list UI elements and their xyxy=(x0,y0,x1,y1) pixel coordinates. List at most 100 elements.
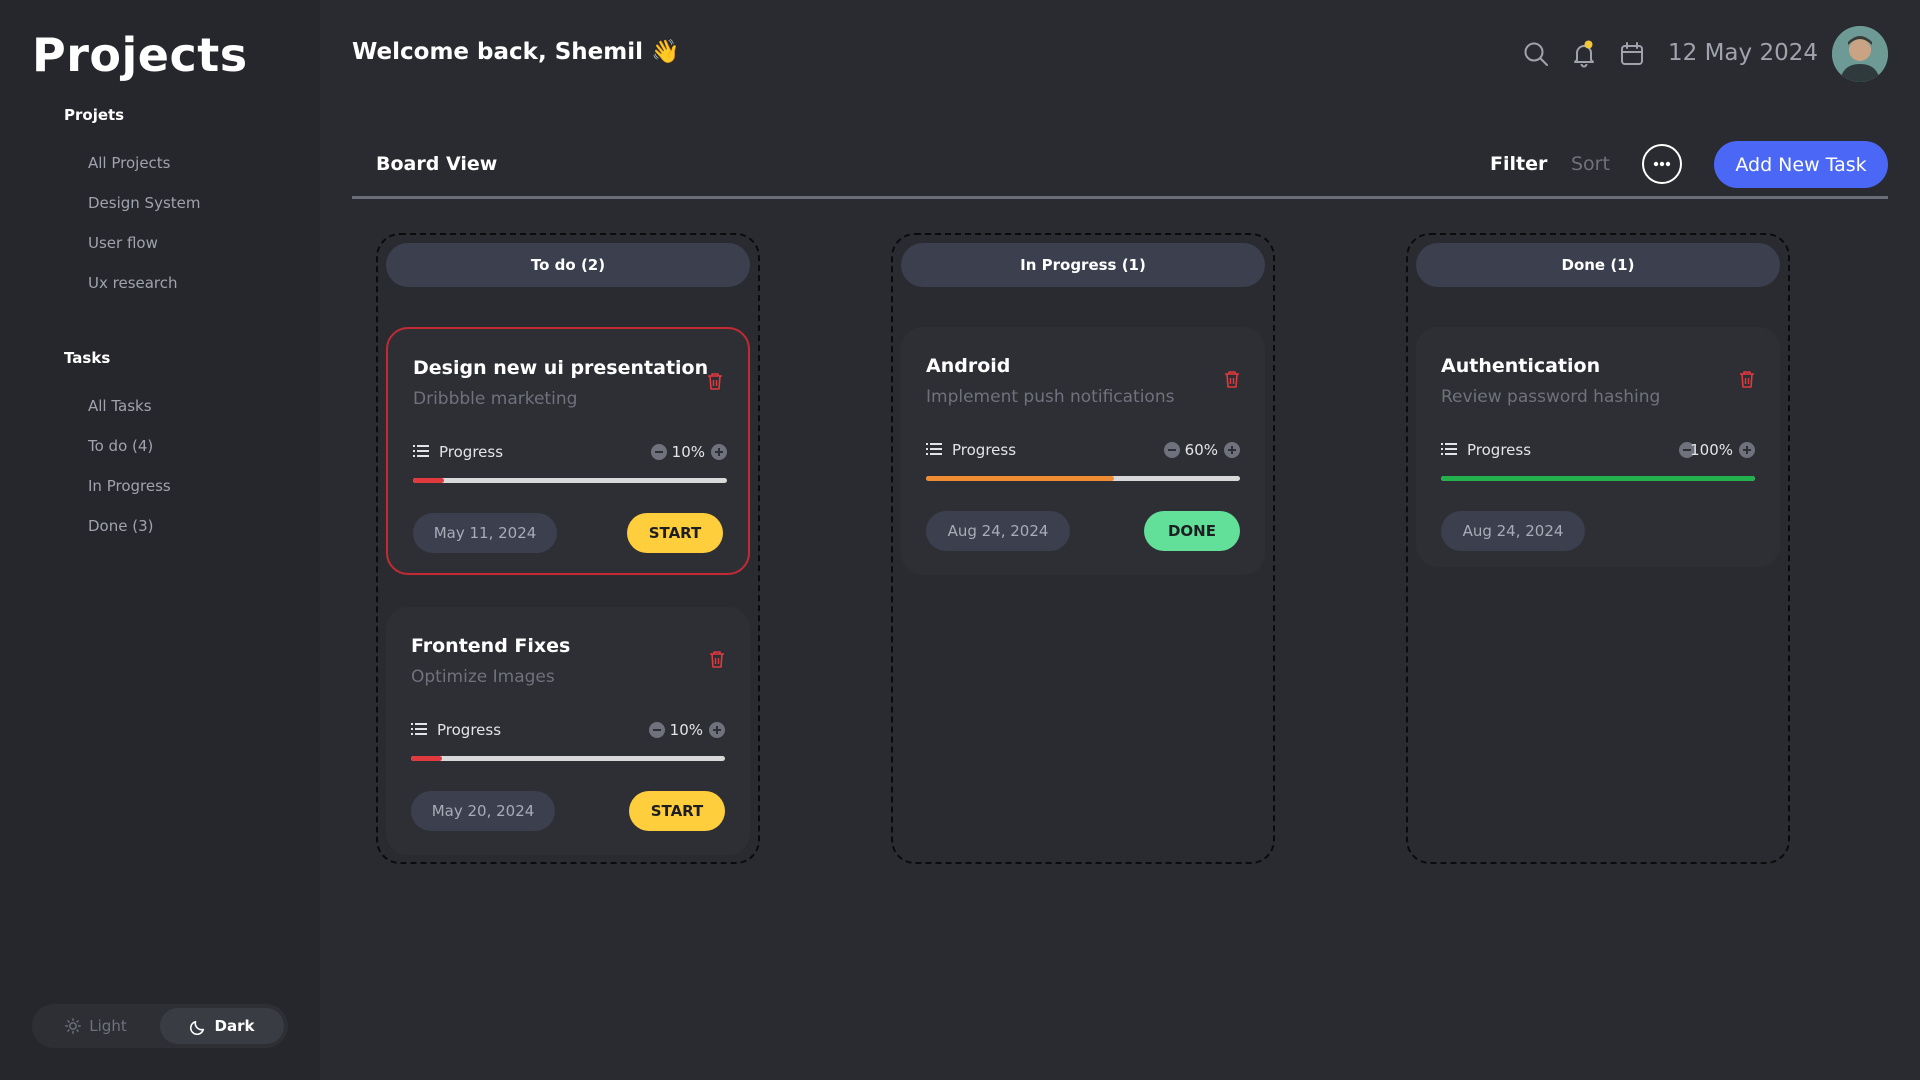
minus-icon xyxy=(653,729,661,731)
sidebar-item-all-projects[interactable]: All Projects xyxy=(88,154,171,172)
increase-progress-button[interactable] xyxy=(709,722,725,738)
add-new-task-button[interactable]: Add New Task xyxy=(1714,141,1888,188)
column-done: Done (1) Authentication Review password … xyxy=(1406,233,1790,864)
list-icon xyxy=(411,723,427,735)
progress-value: 60% xyxy=(1184,441,1218,459)
progress-row: Progress 100% xyxy=(1441,440,1755,460)
card-title: Authentication xyxy=(1441,355,1601,377)
progress-label: Progress xyxy=(952,441,1017,459)
theme-dark-button[interactable]: Dark xyxy=(160,1008,284,1044)
due-date-badge: May 20, 2024 xyxy=(411,791,555,831)
sun-icon xyxy=(65,1018,82,1034)
avatar[interactable] xyxy=(1832,26,1888,82)
avatar-image xyxy=(1832,26,1888,82)
due-date-badge: Aug 24, 2024 xyxy=(1441,511,1585,551)
card-subtitle: Review password hashing xyxy=(1441,387,1661,407)
bell-icon[interactable] xyxy=(1570,40,1598,68)
sidebar-item-user-flow[interactable]: User flow xyxy=(88,234,158,252)
progress-bar-fill xyxy=(926,476,1115,481)
task-card[interactable]: Design new ui presentation Dribbble mark… xyxy=(386,327,750,575)
decrease-progress-button[interactable] xyxy=(649,722,665,738)
list-icon xyxy=(1441,443,1457,455)
more-options-button[interactable] xyxy=(1642,144,1682,184)
sidebar-item-all-tasks[interactable]: All Tasks xyxy=(88,397,152,415)
progress-value: 10% xyxy=(669,721,703,739)
increase-progress-button[interactable] xyxy=(1224,442,1240,458)
minus-icon xyxy=(655,451,663,453)
projects-section-label: Projets xyxy=(64,106,125,124)
card-subtitle: Implement push notifications xyxy=(926,387,1175,407)
welcome-message: Welcome back, Shemil 👋 xyxy=(352,39,680,65)
plus-icon xyxy=(1228,446,1236,454)
card-subtitle: Optimize Images xyxy=(411,667,555,687)
card-title: Android xyxy=(926,355,1011,377)
task-card[interactable]: Authentication Review password hashing P… xyxy=(1416,327,1780,567)
sidebar-item-todo[interactable]: To do (4) xyxy=(88,437,153,455)
card-subtitle: Dribbble marketing xyxy=(413,389,578,409)
column-header: In Progress (1) xyxy=(901,243,1265,287)
trash-icon[interactable] xyxy=(1738,369,1756,389)
sidebar-item-design-system[interactable]: Design System xyxy=(88,194,201,212)
increase-progress-button[interactable] xyxy=(711,444,727,460)
header-date: 12 May 2024 xyxy=(1668,40,1818,66)
toolbar-divider xyxy=(352,196,1888,199)
progress-label: Progress xyxy=(1467,441,1532,459)
sort-button[interactable]: Sort xyxy=(1571,153,1610,175)
progress-value: 10% xyxy=(671,443,705,461)
decrease-progress-button[interactable] xyxy=(651,444,667,460)
ellipsis-icon xyxy=(1653,161,1671,167)
sidebar-item-in-progress[interactable]: In Progress xyxy=(88,477,171,495)
card-title: Design new ui presentation xyxy=(413,357,709,379)
progress-row: Progress 10% xyxy=(411,720,725,740)
trash-icon[interactable] xyxy=(706,371,724,391)
search-icon[interactable] xyxy=(1522,40,1550,68)
filter-button[interactable]: Filter xyxy=(1490,153,1547,175)
progress-bar xyxy=(926,476,1240,481)
sidebar: Projects Projets All Projects Design Sys… xyxy=(0,0,320,1080)
theme-light-label: Light xyxy=(89,1017,127,1035)
progress-bar xyxy=(411,756,725,761)
task-card[interactable]: Android Implement push notifications Pro… xyxy=(901,327,1265,575)
moon-icon xyxy=(189,1020,204,1035)
app-title: Projects xyxy=(32,28,248,82)
trash-icon[interactable] xyxy=(708,649,726,669)
progress-bar-fill xyxy=(411,756,443,761)
trash-icon[interactable] xyxy=(1223,369,1241,389)
theme-toggle: Light Dark xyxy=(32,1004,288,1048)
plus-icon xyxy=(713,726,721,734)
minus-icon xyxy=(1168,449,1176,451)
progress-row: Progress 10% xyxy=(413,442,727,462)
calendar-icon[interactable] xyxy=(1618,40,1646,68)
plus-icon xyxy=(1743,446,1751,454)
column-header: To do (2) xyxy=(386,243,750,287)
progress-bar xyxy=(1441,476,1755,481)
decrease-progress-button[interactable] xyxy=(1164,442,1180,458)
theme-light-button[interactable]: Light xyxy=(36,1008,156,1044)
list-icon xyxy=(413,445,429,457)
list-icon xyxy=(926,443,942,455)
column-header: Done (1) xyxy=(1416,243,1780,287)
due-date-badge: May 11, 2024 xyxy=(413,513,557,553)
start-button[interactable]: START xyxy=(627,513,723,553)
progress-label: Progress xyxy=(437,721,502,739)
plus-icon xyxy=(715,448,723,456)
sidebar-item-ux-research[interactable]: Ux research xyxy=(88,274,178,292)
progress-row: Progress 60% xyxy=(926,440,1240,460)
theme-dark-label: Dark xyxy=(214,1017,255,1035)
column-in-progress: In Progress (1) Android Implement push n… xyxy=(891,233,1275,864)
progress-bar-fill xyxy=(1441,476,1755,481)
task-card[interactable]: Frontend Fixes Optimize Images Progress … xyxy=(386,607,750,855)
done-button[interactable]: DONE xyxy=(1144,511,1240,551)
sidebar-item-done[interactable]: Done (3) xyxy=(88,517,153,535)
card-title: Frontend Fixes xyxy=(411,635,571,657)
progress-bar xyxy=(413,478,727,483)
start-button[interactable]: START xyxy=(629,791,725,831)
progress-bar-fill xyxy=(413,478,445,483)
due-date-badge: Aug 24, 2024 xyxy=(926,511,1070,551)
tab-board-view[interactable]: Board View xyxy=(376,153,497,175)
progress-value: 100% xyxy=(1690,441,1733,459)
increase-progress-button[interactable] xyxy=(1739,442,1755,458)
column-todo: To do (2) Design new ui presentation Dri… xyxy=(376,233,760,864)
tasks-section-label: Tasks xyxy=(64,349,111,367)
progress-label: Progress xyxy=(439,443,504,461)
